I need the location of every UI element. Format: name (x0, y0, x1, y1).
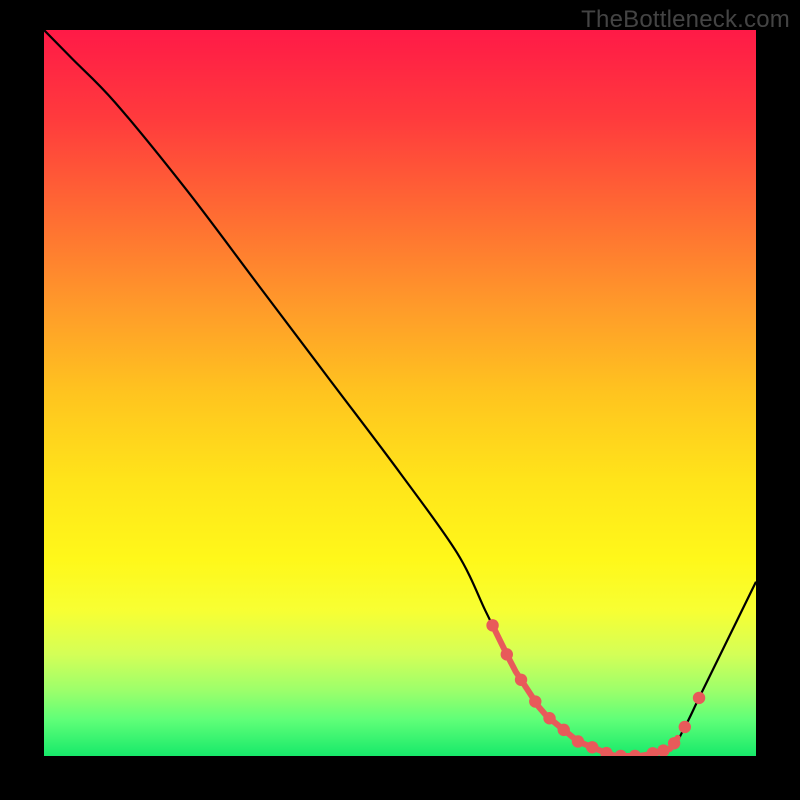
chart-marker (693, 692, 705, 704)
chart-line (44, 30, 756, 756)
chart-marker (629, 750, 641, 756)
watermark-text: TheBottleneck.com (581, 6, 790, 34)
chart-highlight-segment (493, 625, 678, 756)
chart-frame: TheBottleneck.com (0, 0, 800, 800)
chart-plot-area (44, 30, 756, 756)
chart-marker (501, 648, 513, 660)
chart-marker (572, 735, 584, 747)
chart-marker (615, 750, 627, 756)
chart-marker (543, 712, 555, 724)
chart-marker (668, 737, 680, 749)
chart-overlay-svg (44, 30, 756, 756)
chart-marker (515, 674, 527, 686)
chart-marker (558, 724, 570, 736)
chart-marker (657, 744, 669, 756)
chart-markers-group (486, 619, 705, 756)
chart-marker (529, 695, 541, 707)
chart-marker (647, 747, 659, 756)
chart-marker (486, 619, 498, 631)
chart-marker (679, 721, 691, 733)
chart-marker (586, 741, 598, 753)
